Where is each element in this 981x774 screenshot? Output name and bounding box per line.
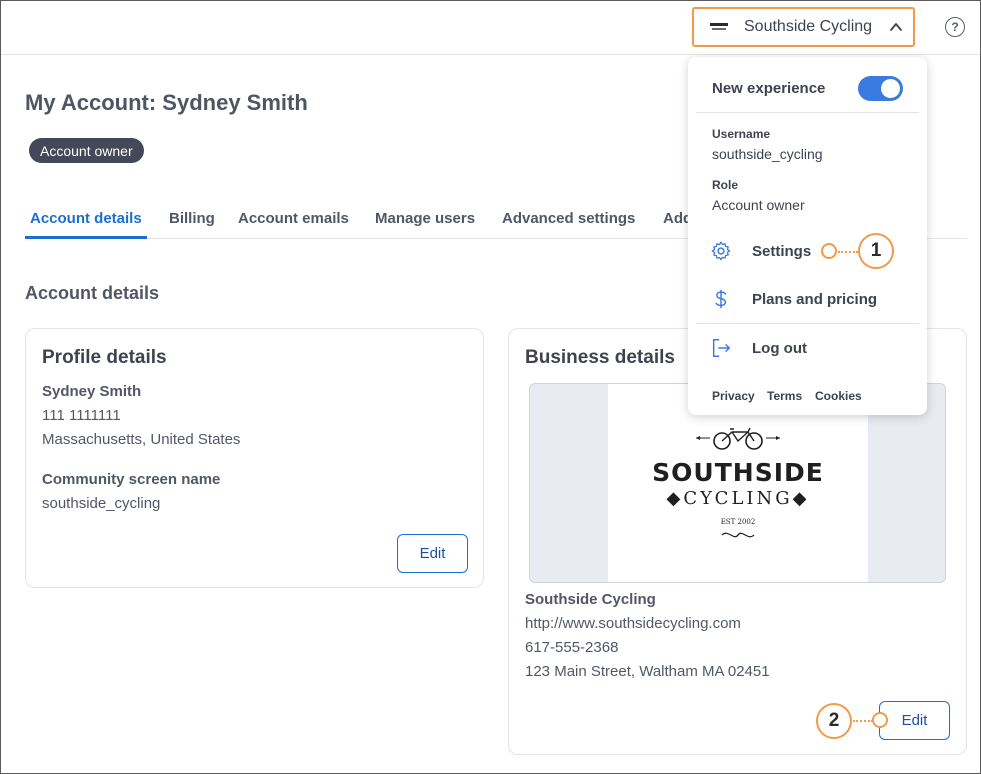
section-title: Account details bbox=[25, 283, 160, 303]
help-icon[interactable]: ? bbox=[945, 17, 965, 37]
bicycle-icon bbox=[696, 427, 780, 450]
callout-2-connector bbox=[853, 720, 873, 722]
app-frame: Southside Cycling ? My Account: Sydney S… bbox=[0, 0, 981, 774]
page-title: My Account: Sydney Smith bbox=[25, 90, 308, 115]
business-logo-icon bbox=[708, 20, 730, 34]
account-owner-badge: Account owner bbox=[29, 138, 144, 163]
profile-phone: 111 1111111 bbox=[42, 407, 121, 424]
divider bbox=[696, 112, 919, 113]
screen-name-value: southside_cycling bbox=[42, 495, 161, 512]
logo-word-southside: SOUTHSIDE bbox=[652, 458, 824, 487]
edit-business-button[interactable]: Edit bbox=[879, 701, 950, 740]
edit-profile-button[interactable]: Edit bbox=[397, 534, 468, 573]
profile-name: Sydney Smith bbox=[42, 383, 142, 400]
profile-details-card: Profile details Sydney Smith 111 1111111… bbox=[25, 328, 484, 588]
username-label: Username bbox=[712, 127, 771, 141]
tab-manage-users[interactable]: Manage users bbox=[375, 199, 475, 239]
callout-1-pointer bbox=[821, 243, 837, 259]
account-dropdown-menu: New experience Username southside_cyclin… bbox=[688, 57, 927, 415]
settings-label: Settings bbox=[752, 242, 812, 260]
callout-1-connector bbox=[838, 251, 858, 253]
terms-link[interactable]: Terms bbox=[767, 389, 802, 403]
business-name: Southside Cycling bbox=[525, 591, 656, 608]
profile-location: Massachusetts, United States bbox=[42, 431, 241, 448]
account-switcher-button[interactable]: Southside Cycling bbox=[692, 7, 915, 47]
chevron-up-icon bbox=[890, 23, 902, 31]
profile-details-title: Profile details bbox=[42, 347, 167, 368]
callout-2-pointer bbox=[872, 712, 888, 728]
business-website: http://www.southsidecycling.com bbox=[525, 615, 741, 632]
screen-name-label: Community screen name bbox=[42, 471, 221, 488]
callout-1-badge: 1 bbox=[858, 233, 894, 269]
account-switcher-name: Southside Cycling bbox=[744, 18, 873, 35]
business-details-title: Business details bbox=[525, 347, 675, 368]
top-bar: Southside Cycling ? bbox=[1, 1, 980, 55]
divider bbox=[696, 323, 919, 324]
logo-word-cycling: ◆CYCLING◆ bbox=[666, 488, 810, 509]
logo-flourish-icon bbox=[721, 532, 755, 538]
new-experience-toggle[interactable] bbox=[858, 76, 903, 101]
logout-menu-item[interactable]: Log out bbox=[710, 334, 807, 362]
tab-billing[interactable]: Billing bbox=[169, 199, 215, 239]
role-value: Account owner bbox=[712, 197, 805, 213]
tab-account-details[interactable]: Account details bbox=[25, 199, 147, 239]
business-address: 123 Main Street, Waltham MA 02451 bbox=[525, 663, 770, 680]
dollar-icon bbox=[715, 289, 727, 309]
tab-account-emails[interactable]: Account emails bbox=[238, 199, 349, 239]
plans-pricing-label: Plans and pricing bbox=[752, 290, 878, 308]
privacy-link[interactable]: Privacy bbox=[712, 389, 755, 403]
cookies-link[interactable]: Cookies bbox=[815, 389, 862, 403]
plans-pricing-menu-item[interactable]: Plans and pricing bbox=[710, 285, 877, 313]
logout-label: Log out bbox=[752, 339, 807, 357]
username-value: southside_cycling bbox=[712, 146, 823, 162]
tab-advanced-settings[interactable]: Advanced settings bbox=[502, 199, 635, 239]
logo-established: EST 2002 bbox=[720, 518, 756, 526]
logout-icon bbox=[712, 339, 730, 357]
business-phone: 617-555-2368 bbox=[525, 639, 619, 656]
gear-icon bbox=[711, 241, 731, 261]
new-experience-label: New experience bbox=[712, 80, 826, 97]
callout-2-badge: 2 bbox=[816, 703, 852, 739]
settings-menu-item[interactable]: Settings bbox=[710, 237, 811, 265]
role-label: Role bbox=[712, 178, 739, 192]
